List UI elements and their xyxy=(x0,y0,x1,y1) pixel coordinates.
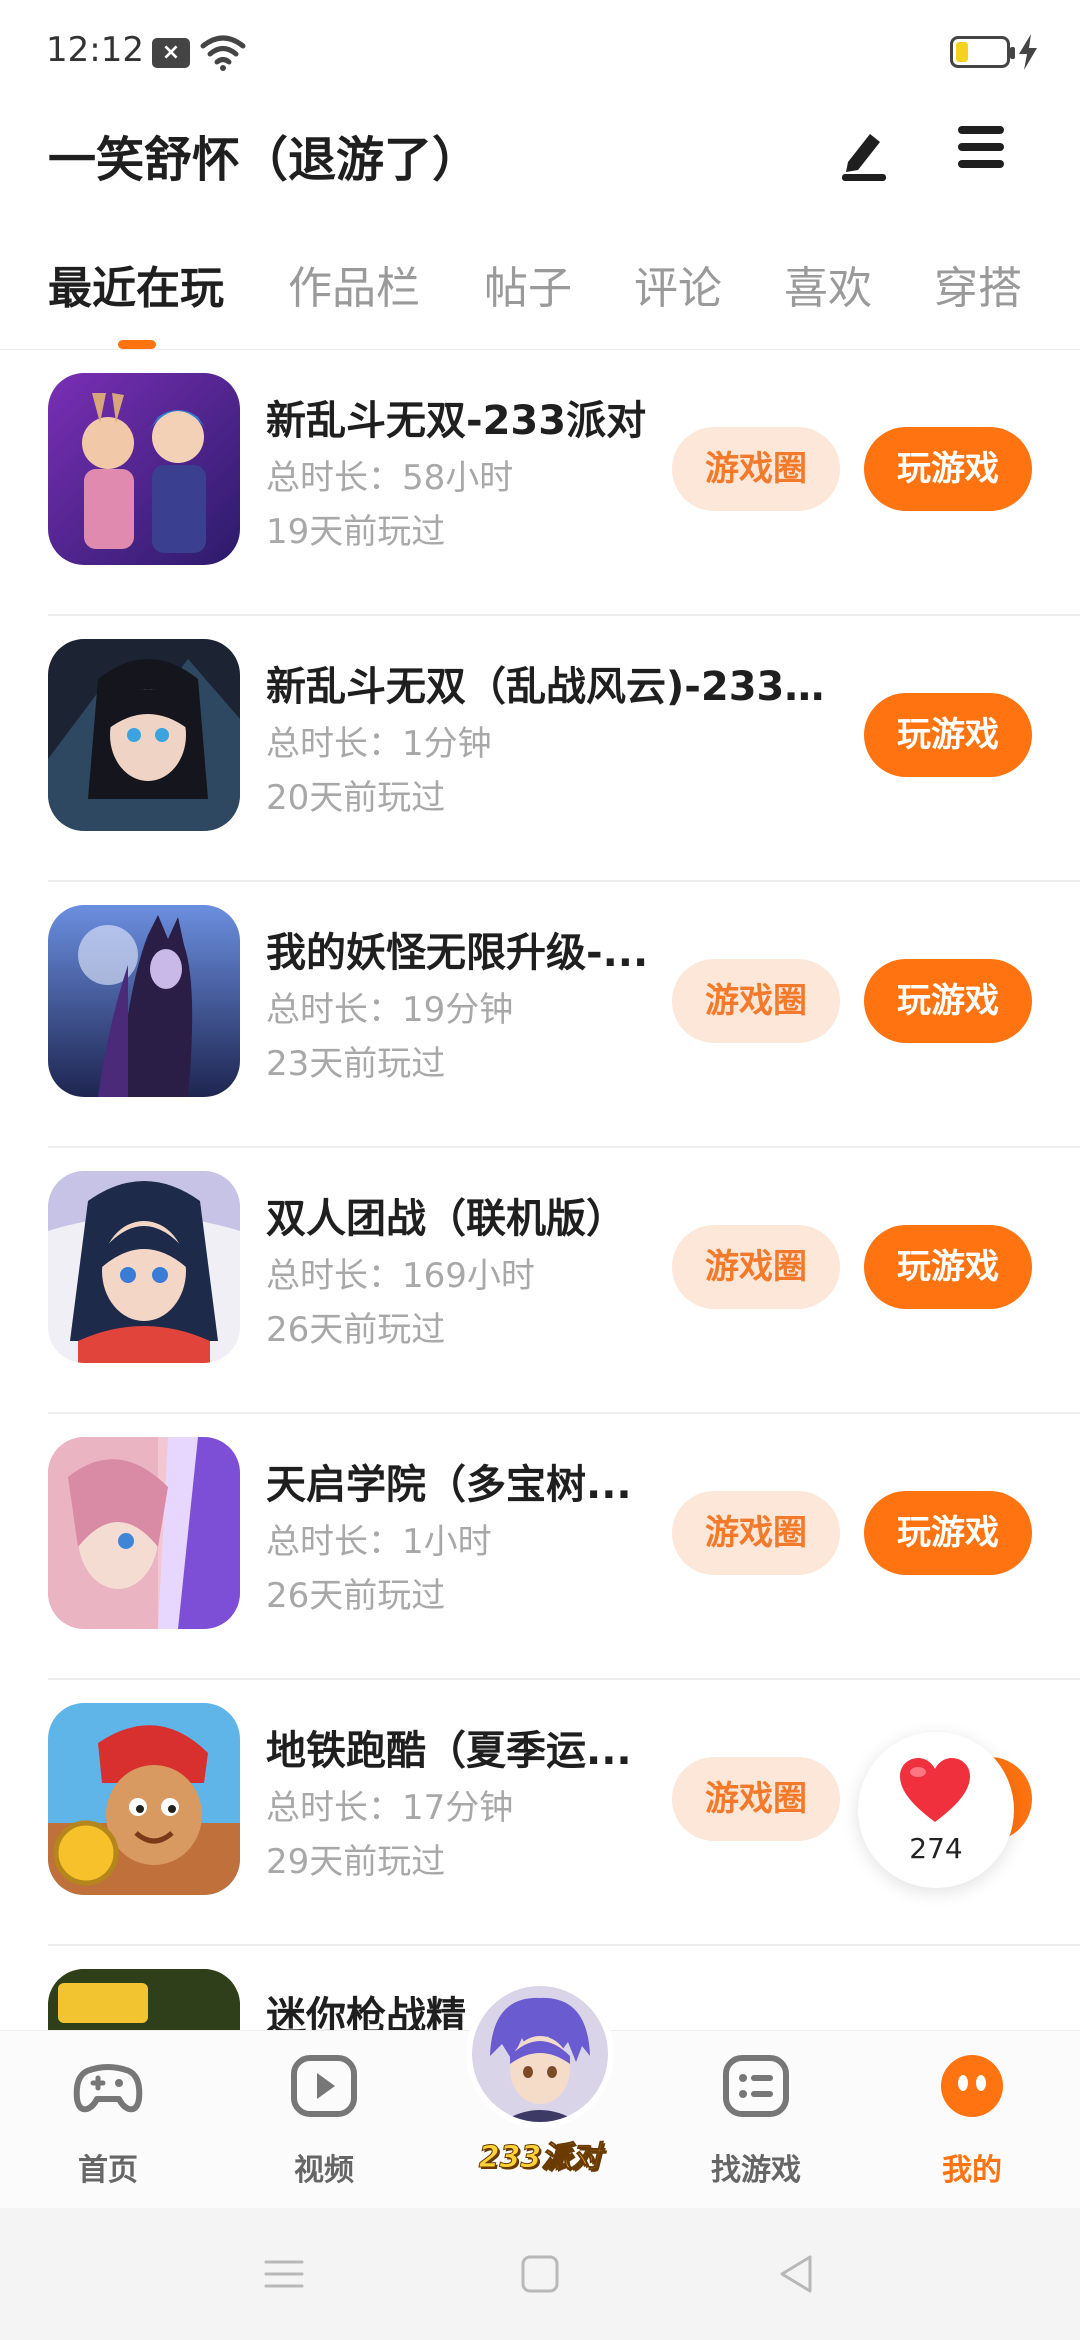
play-video-icon xyxy=(291,2055,357,2117)
nav-video[interactable]: 视频 xyxy=(254,2041,394,2201)
last-played: 19天前玩过 xyxy=(266,512,446,552)
nav-label: 首页 xyxy=(78,2153,138,2188)
face-icon xyxy=(941,2055,1003,2117)
game-circle-button[interactable]: 游戏圈 xyxy=(672,1491,840,1575)
nav-label: 我的 xyxy=(942,2153,1002,2188)
like-count: 274 xyxy=(909,1832,963,1865)
game-circle-button[interactable]: 游戏圈 xyxy=(672,427,840,511)
game-name: 我的妖怪无限升级-... xyxy=(266,930,649,976)
list-item[interactable]: 我的妖怪无限升级-... 总时长：19分钟 23天前玩过 游戏圈 玩游戏 xyxy=(0,882,1080,1148)
like-bubble[interactable]: 274 xyxy=(858,1732,1014,1888)
list-item[interactable]: 双人团战（联机版） 总时长：169小时 26天前玩过 游戏圈 玩游戏 xyxy=(0,1148,1080,1414)
game-icon xyxy=(48,1437,240,1629)
home-square-icon[interactable] xyxy=(518,2252,562,2296)
list-item[interactable]: 新乱斗无双（乱战风云)-233... 总时长：1分钟 20天前玩过 玩游戏 xyxy=(0,616,1080,882)
list-item[interactable]: 天启学院（多宝树... 总时长：1小时 26天前玩过 游戏圈 玩游戏 xyxy=(0,1414,1080,1680)
play-game-button[interactable]: 玩游戏 xyxy=(864,693,1032,777)
game-duration: 总时长：17分钟 xyxy=(266,1788,514,1828)
game-icon xyxy=(48,1171,240,1363)
recent-apps-icon[interactable] xyxy=(262,2252,306,2296)
pencil-icon xyxy=(842,134,886,181)
tab-outfits[interactable]: 穿搭 xyxy=(934,252,1022,316)
character-avatar-icon xyxy=(472,1986,608,2122)
nav-party-avatar[interactable] xyxy=(466,1980,614,2128)
last-played: 26天前玩过 xyxy=(266,1310,446,1350)
game-circle-button[interactable]: 游戏圈 xyxy=(672,959,840,1043)
game-name: 双人团战（联机版） xyxy=(266,1196,626,1242)
nav-find-games[interactable]: 找游戏 xyxy=(686,2041,826,2201)
list-item[interactable]: 新乱斗无双-233派对 总时长：58小时 19天前玩过 游戏圈 玩游戏 xyxy=(0,350,1080,616)
tab-likes[interactable]: 喜欢 xyxy=(784,252,872,316)
game-circle-button[interactable]: 游戏圈 xyxy=(672,1757,840,1841)
list-icon xyxy=(723,2055,789,2117)
tab-indicator xyxy=(118,340,156,349)
game-icon xyxy=(48,905,240,1097)
game-duration: 总时长：58小时 xyxy=(266,458,514,498)
page-title: 一笑舒怀（退游了） xyxy=(48,132,481,188)
play-game-button[interactable]: 玩游戏 xyxy=(864,427,1032,511)
game-duration: 总时长：19分钟 xyxy=(266,990,514,1030)
tab-posts[interactable]: 帖子 xyxy=(484,252,572,316)
game-name: 新乱斗无双-233派对 xyxy=(266,398,647,444)
nav-label: 找游戏 xyxy=(711,2153,801,2188)
profile-tabs: 最近在玩 作品栏 帖子 评论 喜欢 穿搭 xyxy=(0,240,1080,350)
last-played: 23天前玩过 xyxy=(266,1044,446,1084)
game-duration: 总时长：1分钟 xyxy=(266,724,492,764)
game-duration: 总时长：169小时 xyxy=(266,1256,535,1296)
x-box-icon: × xyxy=(152,38,190,68)
game-circle-button[interactable]: 游戏圈 xyxy=(672,1225,840,1309)
back-triangle-icon[interactable] xyxy=(774,2252,818,2296)
last-played: 26天前玩过 xyxy=(266,1576,446,1616)
heart-icon xyxy=(900,1758,970,1822)
game-icon xyxy=(48,639,240,831)
nav-home[interactable]: 首页 xyxy=(38,2041,178,2201)
edit-button[interactable] xyxy=(840,122,890,182)
tab-works[interactable]: 作品栏 xyxy=(288,252,420,316)
game-duration: 总时长：1小时 xyxy=(266,1522,492,1562)
last-played: 29天前玩过 xyxy=(266,1842,446,1882)
play-game-button[interactable]: 玩游戏 xyxy=(864,1225,1032,1309)
play-game-button[interactable]: 玩游戏 xyxy=(864,959,1032,1043)
nav-party-label: 233派对 xyxy=(478,2140,602,2176)
game-name: 天启学院（多宝树... xyxy=(266,1462,632,1508)
lightning-icon xyxy=(1019,34,1037,70)
menu-button[interactable] xyxy=(958,126,1008,176)
nav-label: 视频 xyxy=(294,2153,354,2188)
status-time: 12:12 xyxy=(46,30,144,70)
battery-low-icon xyxy=(950,36,1015,68)
system-navigation-bar xyxy=(0,2208,1080,2340)
play-game-button[interactable]: 玩游戏 xyxy=(864,1491,1032,1575)
last-played: 20天前玩过 xyxy=(266,778,446,818)
game-name: 地铁跑酷（夏季运... xyxy=(266,1728,632,1774)
status-bar: 12:12 × xyxy=(0,0,1080,100)
game-name: 新乱斗无双（乱战风云)-233... xyxy=(266,664,826,710)
game-icon xyxy=(48,1969,240,2030)
gamepad-icon xyxy=(73,2064,143,2113)
tab-recent[interactable]: 最近在玩 xyxy=(48,252,224,316)
wifi-icon xyxy=(200,35,246,71)
hamburger-menu-icon xyxy=(958,126,1004,134)
tab-comments[interactable]: 评论 xyxy=(634,252,722,316)
profile-header: 一笑舒怀（退游了） xyxy=(0,100,1080,210)
nav-mine[interactable]: 我的 xyxy=(902,2041,1042,2201)
game-icon xyxy=(48,1703,240,1895)
game-icon xyxy=(48,373,240,565)
